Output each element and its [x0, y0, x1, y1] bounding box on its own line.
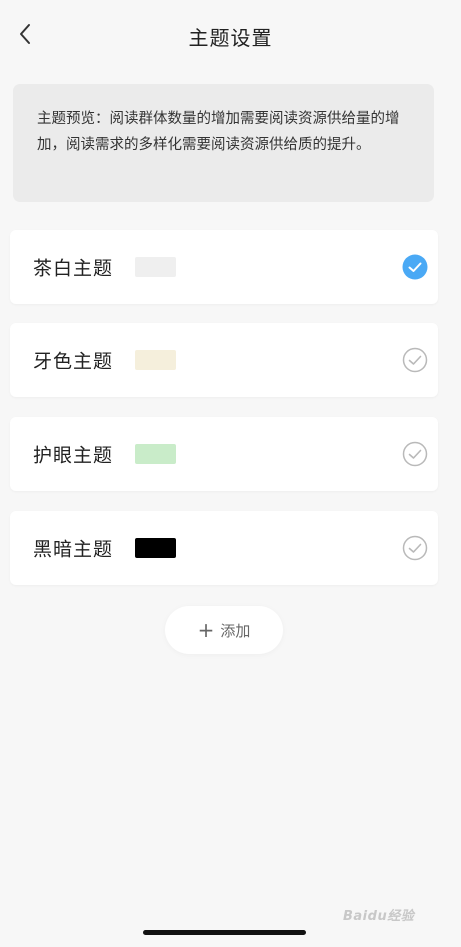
unchecked-icon — [402, 347, 428, 373]
unchecked-icon — [402, 441, 428, 467]
theme-name: 牙色主题 — [33, 350, 114, 373]
theme-option-tea-white[interactable]: 茶白主题 — [10, 230, 438, 304]
page-title: 主题设置 — [188, 26, 273, 50]
checked-icon — [402, 254, 428, 280]
theme-name: 护眼主题 — [33, 444, 114, 467]
theme-swatch — [135, 257, 176, 277]
theme-option-ivory[interactable]: 牙色主题 — [10, 323, 438, 397]
theme-name: 黑暗主题 — [33, 538, 114, 561]
theme-preview: 主题预览：阅读群体数量的增加需要阅读资源供给量的增加，阅读需求的多样化需要阅读资… — [13, 84, 434, 202]
theme-name: 茶白主题 — [33, 257, 114, 280]
plus-icon: + — [197, 618, 215, 642]
theme-option-dark[interactable]: 黑暗主题 — [10, 511, 438, 585]
theme-option-eye-care[interactable]: 护眼主题 — [10, 417, 438, 491]
unchecked-icon — [402, 535, 428, 561]
watermark: Baidu经验 — [343, 909, 415, 924]
theme-swatch — [135, 444, 176, 464]
theme-swatch — [135, 538, 176, 558]
add-theme-label: 添加 — [220, 621, 251, 640]
theme-swatch — [135, 350, 176, 370]
add-theme-button[interactable]: + 添加 — [165, 606, 283, 654]
header: 主题设置 — [0, 0, 461, 72]
home-indicator[interactable] — [143, 930, 306, 935]
